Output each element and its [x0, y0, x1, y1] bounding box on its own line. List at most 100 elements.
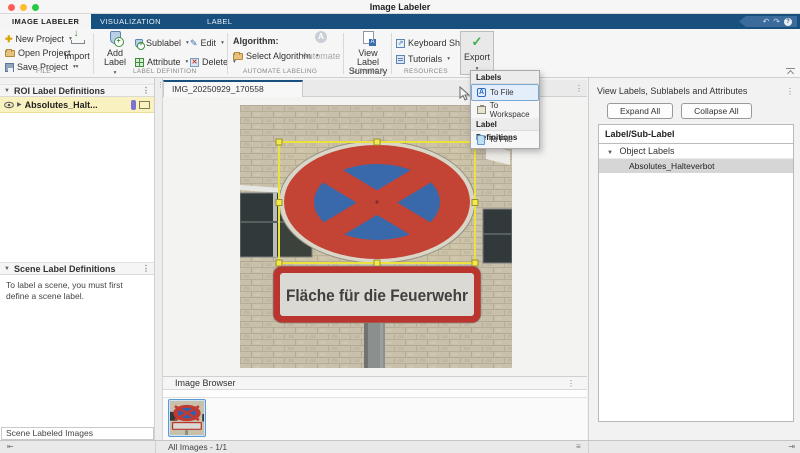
scene-panel-menu-icon[interactable]: ⋮: [142, 264, 150, 273]
edit-button[interactable]: ✎ Edit: [190, 37, 224, 49]
tab-label[interactable]: LABEL: [195, 14, 244, 29]
new-project-button[interactable]: ✚ New Project: [5, 33, 72, 45]
save-icon: [5, 63, 14, 72]
export-labels-to-workspace-item[interactable]: To Workspace: [471, 101, 539, 118]
scene-help-text: To label a scene, you must first define …: [0, 275, 154, 307]
view-label-summary-button[interactable]: View Label Summary: [347, 31, 389, 71]
automate-icon: A: [315, 31, 327, 43]
roi-bounding-box[interactable]: [276, 139, 478, 266]
left-panel: ▼ ROI Label Definitions ⋮ ▶ Absolutes_Ha…: [0, 78, 155, 440]
thumbnail-strip: [163, 398, 587, 440]
group-collapse-caret-icon: ▼: [607, 150, 613, 156]
sign-pole: [364, 323, 385, 368]
import-button[interactable]: Import: [63, 31, 91, 71]
tutorials-icon: [396, 55, 405, 64]
tutorials-button[interactable]: Tutorials: [396, 53, 450, 65]
fire-lane-sign: Fläche für die Feuerwehr: [273, 266, 481, 323]
title-bar: Image Labeler: [0, 0, 800, 14]
new-project-icon: ✚: [5, 35, 13, 44]
section-label-automate: AUTOMATE LABELING: [243, 68, 317, 75]
delete-button[interactable]: ✕ Delete: [190, 56, 236, 68]
roi-label-row[interactable]: ▶ Absolutes_Halt...: [0, 97, 154, 113]
help-icon[interactable]: ?: [784, 18, 792, 26]
collapse-caret-icon: ▼: [4, 88, 10, 94]
visibility-eye-icon[interactable]: [4, 101, 14, 109]
tabstrip-menu-icon[interactable]: ⋮: [575, 84, 583, 93]
window-title: Image Labeler: [0, 2, 800, 12]
section-label-definition: LABEL DEFINITION: [133, 68, 196, 75]
quick-access-bar: ↶ ↷ ?: [739, 16, 797, 27]
edit-icon: ✎: [190, 39, 198, 48]
sublabel-icon: [135, 39, 143, 48]
collapse-caret-icon: ▼: [4, 266, 10, 272]
automate-button: A Automate: [303, 31, 339, 71]
sublabel-button[interactable]: Sublabel: [135, 37, 189, 49]
scene-label-definitions-header[interactable]: ▼ Scene Label Definitions ⋮: [0, 262, 154, 275]
expand-all-button[interactable]: Expand All: [607, 103, 673, 119]
keyboard-shortcuts-icon: ⇗: [396, 39, 405, 48]
layout-toggle-icon[interactable]: ≡: [576, 442, 581, 451]
section-label-monitor: MONITOR: [352, 68, 385, 75]
ribbon-tab-bar: IMAGE LABELER VISUALIZATION LABEL ↶ ↷ ?: [0, 14, 800, 29]
collapse-ribbon-icon[interactable]: [786, 68, 795, 75]
object-labels-group-row[interactable]: ▼ Object Labels: [599, 144, 793, 159]
open-folder-icon: [5, 50, 15, 57]
export-dropdown-menu: Labels A To File To Workspace Label Defi…: [470, 70, 540, 149]
attribute-button[interactable]: Attribute: [135, 56, 188, 68]
undo-icon[interactable]: ↶: [763, 16, 770, 27]
image-labeler-window: Image Labeler IMAGE LABELER VISUALIZATIO…: [0, 0, 800, 453]
open-project-button[interactable]: Open Project: [5, 47, 71, 59]
scene-labeled-images-label: Scene Labeled Images: [1, 427, 154, 440]
labels-table: Label/Sub-Label ▼ Object Labels Absolute…: [598, 124, 794, 422]
labels-table-column-header: Label/Sub-Label: [599, 125, 793, 144]
redo-icon[interactable]: ↷: [773, 16, 780, 27]
export-check-icon: ✓: [472, 35, 483, 48]
tab-visualization[interactable]: VISUALIZATION: [88, 14, 173, 29]
mouse-cursor: [459, 86, 471, 102]
collapse-all-button[interactable]: Collapse All: [681, 103, 751, 119]
rectangle-roi-icon[interactable]: [139, 101, 150, 109]
view-labels-menu-icon[interactable]: ⋮: [786, 87, 794, 96]
delete-icon: ✕: [190, 58, 199, 67]
ribbon-toolbar: ✚ New Project Open Project Save Project …: [0, 29, 800, 78]
main-area: ▼ ROI Label Definitions ⋮ ▶ Absolutes_Ha…: [0, 78, 800, 440]
algorithm-label: Algorithm:: [233, 35, 279, 47]
image-browser-menu-icon[interactable]: ⋮: [567, 379, 575, 388]
section-label-file: FILE: [36, 68, 51, 75]
roi-label-name: Absolutes_Halt...: [25, 100, 128, 110]
export-menu-labels-header: Labels: [471, 71, 539, 84]
labels-file-icon: A: [477, 88, 486, 97]
add-label-dropdown-arrow: [114, 67, 117, 78]
export-menu-definitions-header: Label Definitions: [471, 118, 539, 131]
right-panel: View Labels, Sublabels and Attributes ⋮ …: [588, 78, 800, 440]
add-label-button[interactable]: Add Label: [99, 31, 131, 71]
workspace-icon: [477, 106, 486, 114]
roi-panel-menu-icon[interactable]: ⋮: [142, 86, 150, 95]
thumbnail-image: [170, 401, 204, 435]
expand-caret-icon[interactable]: ▶: [17, 101, 22, 108]
import-icon: [71, 31, 84, 44]
image-document-tab[interactable]: IMG_20250929_170558: [163, 80, 303, 97]
algorithm-folder-icon: [233, 53, 243, 60]
status-bar: ⇤ All Images - 1/1 ≡ ⇥: [0, 440, 800, 453]
add-label-icon: [110, 31, 121, 44]
all-images-count: All Images - 1/1: [168, 442, 227, 452]
image-browser-header[interactable]: Image Browser ⋮: [163, 376, 587, 390]
panel-splitter[interactable]: ⋮: [155, 78, 163, 440]
image-thumbnail-selected[interactable]: [168, 399, 206, 437]
label-row-absolutes-halteverbot[interactable]: Absolutes_Halteverbot: [599, 159, 793, 173]
go-to-last-icon[interactable]: ⇥: [788, 442, 795, 451]
attribute-icon: [135, 58, 144, 67]
import-dropdown-arrow: [76, 61, 79, 72]
fire-lane-sign-text: Fläche für die Feuerwehr: [286, 286, 468, 305]
label-color-swatch[interactable]: [131, 100, 136, 110]
view-labels-header: View Labels, Sublabels and Attributes ⋮: [589, 78, 800, 98]
section-label-resources: RESOURCES: [404, 68, 448, 75]
export-labels-to-file-item[interactable]: A To File: [471, 84, 539, 101]
go-to-first-icon[interactable]: ⇤: [7, 442, 14, 451]
tab-image-labeler[interactable]: IMAGE LABELER: [0, 14, 91, 29]
definitions-file-icon: [477, 135, 485, 145]
roi-label-definitions-header[interactable]: ▼ ROI Label Definitions ⋮: [0, 84, 154, 97]
export-button[interactable]: ✓ Export: [460, 31, 494, 75]
label-summary-icon: [363, 31, 374, 44]
